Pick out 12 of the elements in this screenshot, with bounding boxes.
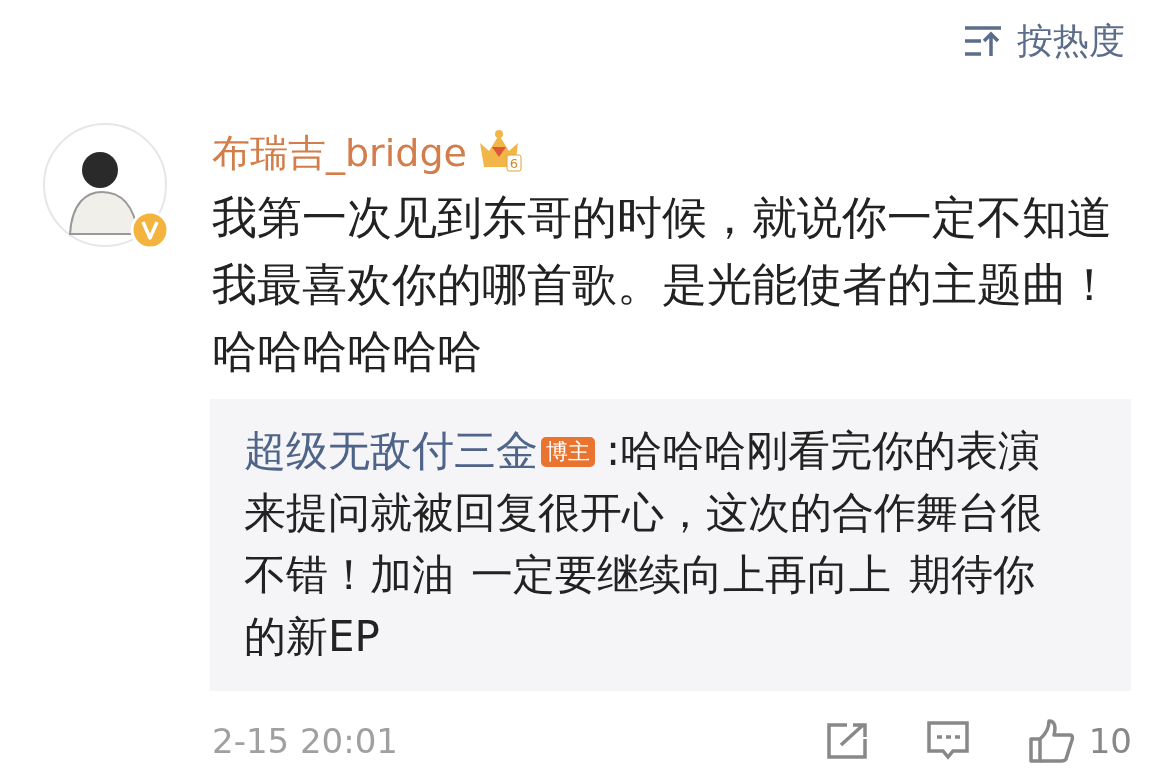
sort-button[interactable]: 按热度 xyxy=(965,16,1125,66)
comment-text: 我第一次见到东哥的时候，就说你一定不知道我最喜欢你的哪首歌。是光能使者的主题曲！哈哈哈哈哈哈 xyxy=(212,190,1113,380)
like-button[interactable]: 10 xyxy=(1028,719,1132,763)
sort-icon xyxy=(965,25,1003,57)
username[interactable]: 布瑞吉_bridge xyxy=(212,127,467,179)
reply-author[interactable]: 超级无敌付三金 xyxy=(244,426,538,475)
comment-time: 2-15 20:01 xyxy=(212,721,399,761)
share-icon[interactable] xyxy=(826,723,867,759)
comment-icon[interactable] xyxy=(926,721,969,761)
thumbs-up-icon xyxy=(1028,719,1075,763)
blogger-badge: 博主 xyxy=(541,437,595,467)
avatar[interactable] xyxy=(42,122,168,248)
